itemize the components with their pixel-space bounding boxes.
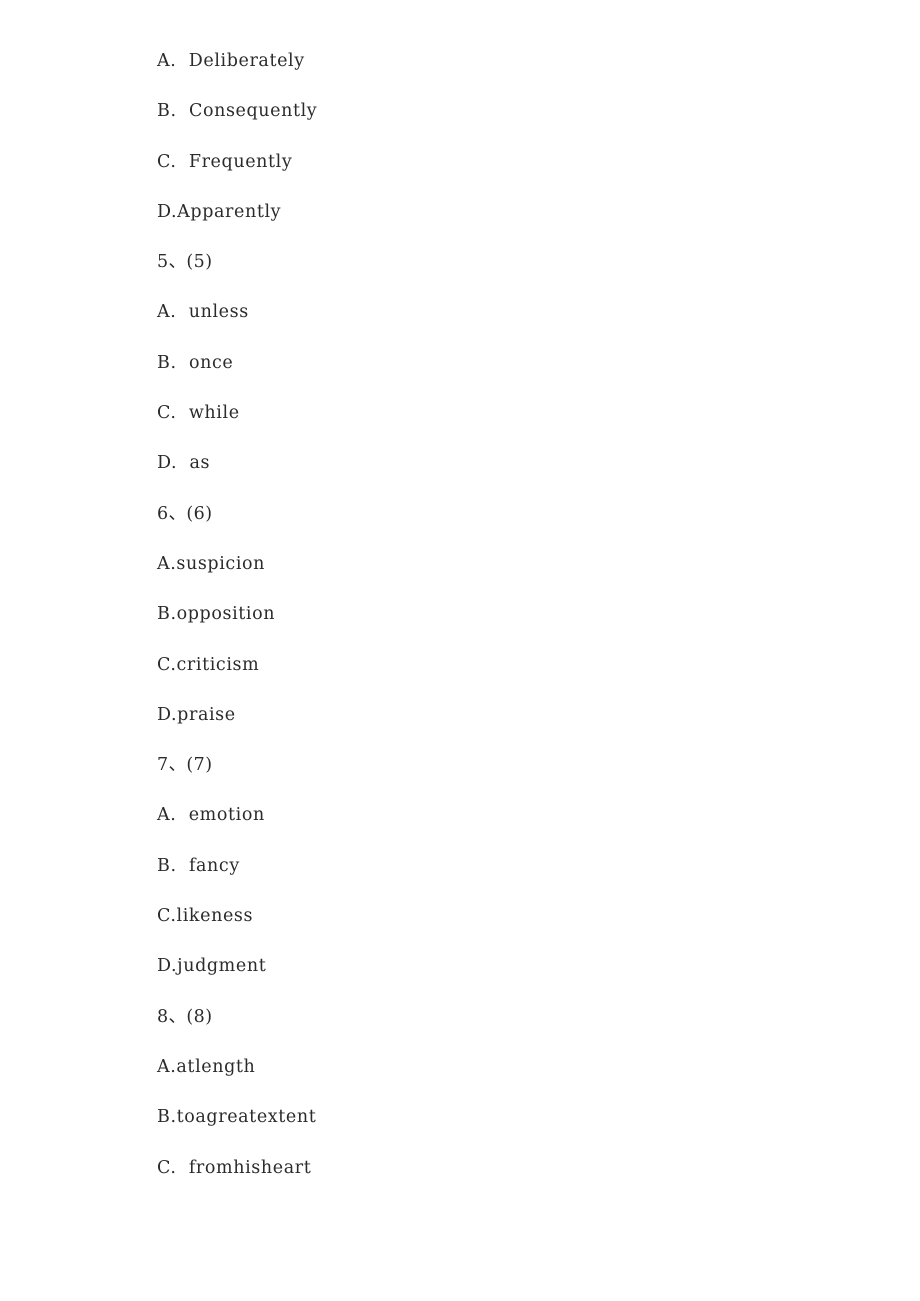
document-text-body: A. Deliberately B. Consequently C. Frequ… bbox=[157, 36, 797, 1193]
question-heading-5: 5、(5) bbox=[157, 252, 213, 273]
option-line-q8-c: C. fromhisheart bbox=[157, 1157, 312, 1178]
question-heading-8: 8、(8) bbox=[157, 1006, 213, 1027]
option-line-q6-a: A.suspicion bbox=[157, 553, 266, 574]
option-line-q7-d: D.judgment bbox=[157, 956, 267, 977]
option-line-q4-c: C. Frequently bbox=[157, 151, 293, 172]
question-heading-6: 6、(6) bbox=[157, 503, 213, 524]
question-heading-7: 7、(7) bbox=[157, 755, 213, 776]
document-page: A. Deliberately B. Consequently C. Frequ… bbox=[0, 0, 920, 1301]
option-line-q6-d: D.praise bbox=[157, 704, 236, 725]
option-line-q8-a: A.atlength bbox=[157, 1056, 256, 1077]
option-line-q5-d: D. as bbox=[157, 453, 211, 474]
option-line-q4-b: B. Consequently bbox=[157, 101, 318, 122]
option-line-q4-d: D.Apparently bbox=[157, 201, 282, 222]
option-line-q7-a: A. emotion bbox=[157, 805, 265, 826]
option-line-q5-a: A. unless bbox=[157, 302, 249, 323]
option-line-q6-b: B.opposition bbox=[157, 604, 276, 625]
option-line-q5-b: B. once bbox=[157, 352, 234, 373]
option-line-q6-c: C.criticism bbox=[157, 654, 260, 675]
option-line-q4-a: A. Deliberately bbox=[157, 51, 305, 71]
option-line-q5-c: C. while bbox=[157, 403, 240, 424]
option-line-q7-b: B. fancy bbox=[157, 855, 240, 876]
option-line-q7-c: C.likeness bbox=[157, 906, 254, 927]
option-line-q8-b: B.toagreatextent bbox=[157, 1107, 317, 1128]
